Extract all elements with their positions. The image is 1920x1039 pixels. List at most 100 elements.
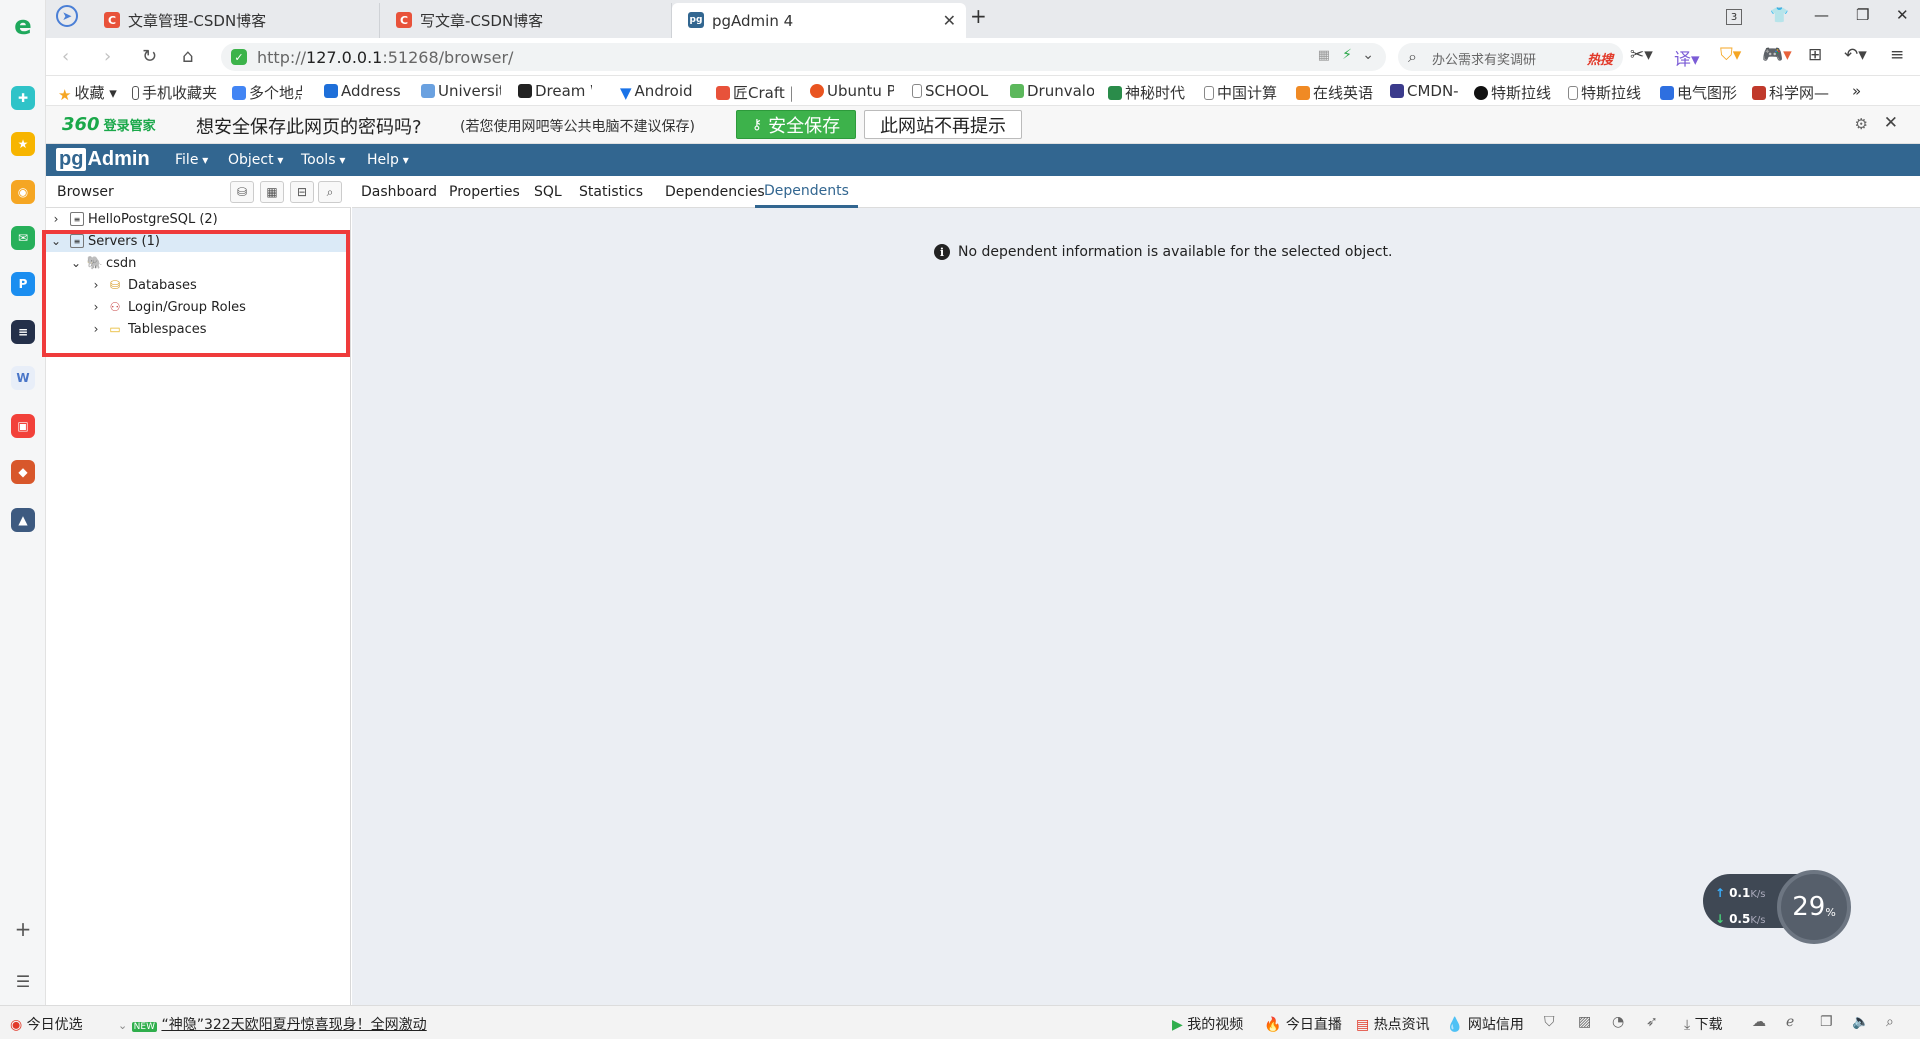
menu-object[interactable]: Object — [228, 152, 283, 168]
tab-properties[interactable]: Properties — [440, 176, 529, 208]
bookmark-item[interactable]: 匠Craft | — [716, 82, 792, 103]
cloud-icon[interactable]: ☁ — [1752, 1014, 1766, 1030]
bookmark-favorites[interactable]: ★ 收藏 ▾ — [58, 82, 117, 103]
game-news-icon[interactable]: ≡ — [11, 320, 35, 344]
chevron-right-icon[interactable]: › — [90, 300, 102, 314]
never-prompt-button[interactable]: 此网站不再提示 — [864, 110, 1022, 139]
bookmark-item[interactable]: 在线英语 — [1296, 82, 1376, 103]
bookmark-item[interactable]: 特斯拉线 — [1568, 82, 1646, 103]
image-icon[interactable]: ▨ — [1578, 1014, 1591, 1030]
downloads[interactable]: ⤓ 下载 — [1684, 1014, 1723, 1034]
tab-dashboard[interactable]: Dashboard — [352, 176, 446, 208]
scissors-icon[interactable]: ✂▾ — [1630, 45, 1653, 65]
gamepad-icon[interactable]: 🎮▾ — [1762, 45, 1792, 65]
chevron-right-icon[interactable]: › — [90, 278, 102, 292]
tab-article-management[interactable]: C 文章管理-CSDN博客 — [88, 3, 380, 38]
restore-icon[interactable]: ❐ — [1856, 6, 1869, 24]
mail-icon[interactable]: ✉ — [11, 226, 35, 250]
bookmark-item[interactable]: 特斯拉线 — [1474, 82, 1556, 103]
chevron-down-icon[interactable]: ⌄ — [50, 234, 62, 248]
new-tab-icon[interactable]: + — [970, 4, 987, 28]
home-icon[interactable]: ⌂ — [182, 46, 193, 67]
news-ticker[interactable]: ⌄ NEW “神隐”322天欧阳夏丹惊喜现身！全网激动 — [118, 1014, 427, 1034]
minimize-icon[interactable]: — — [1814, 6, 1829, 24]
tab-pgadmin[interactable]: pg pgAdmin 4 ✕ — [672, 3, 966, 38]
weibo-icon[interactable]: ◉ — [11, 180, 35, 204]
bookmark-item[interactable]: Address — [324, 82, 404, 100]
tab-count-badge[interactable]: 3 — [1726, 9, 1742, 25]
shield-status-icon[interactable]: ⛉ — [1544, 1014, 1555, 1030]
bookmark-item[interactable]: 电气图形 — [1660, 82, 1738, 103]
rocket-icon[interactable]: ➶ — [1646, 1014, 1658, 1030]
dropdown-chevron-icon[interactable]: ⌄ — [1362, 47, 1374, 63]
bookmark-item[interactable]: Dream W — [518, 82, 592, 100]
speed-icon[interactable]: ◔ — [1612, 1014, 1624, 1030]
address-bar[interactable]: ✓ http://127.0.0.1:51268/browser/ ▦ ⚡ ⌄ — [221, 43, 1386, 71]
memory-usage-gauge[interactable]: 29% — [1777, 870, 1851, 944]
window-icon[interactable]: ❐ — [1820, 1014, 1833, 1030]
game-icon[interactable]: ◆ — [11, 460, 35, 484]
today-live[interactable]: 🔥 今日直播 — [1264, 1014, 1342, 1034]
hot-news[interactable]: ▤ 热点资讯 — [1356, 1014, 1430, 1034]
shield-extension-icon[interactable]: ⛉▾ — [1720, 45, 1741, 65]
gear-icon[interactable]: ⚙ — [1855, 115, 1868, 133]
pgadmin-logo[interactable]: pg Admin — [56, 148, 150, 171]
close-tab-icon[interactable]: ✕ — [943, 11, 956, 30]
menu-help[interactable]: Help — [367, 152, 409, 168]
tree-node-login-group-roles[interactable]: › ⚇ Login/Group Roles — [46, 296, 346, 318]
translate-icon[interactable]: 译▾ — [1674, 45, 1700, 70]
browser-menu-icon[interactable]: ➤ — [56, 5, 78, 27]
bookmark-item[interactable]: SCHOOL — [912, 82, 1000, 100]
my-videos[interactable]: ▶ 我的视频 — [1172, 1014, 1243, 1034]
ie-icon[interactable]: ℯ — [1786, 1014, 1794, 1030]
bookmark-item[interactable]: Drunvalo — [1010, 82, 1094, 100]
bookmark-item[interactable]: 科学网— — [1752, 82, 1834, 103]
tree-node-servers[interactable]: ⌄ ≡ Servers (1) — [46, 230, 346, 252]
bookmark-item[interactable]: 多个地点 — [232, 82, 302, 103]
bookmark-item[interactable]: 中国计算 — [1204, 82, 1284, 103]
zoom-icon[interactable]: ⌕ — [1886, 1014, 1894, 1030]
shop-icon[interactable]: ▣ — [11, 414, 35, 438]
skin-icon[interactable]: 👕 — [1770, 6, 1789, 24]
tab-dependents[interactable]: Dependents — [755, 176, 858, 208]
p-app-icon[interactable]: P — [11, 272, 35, 296]
network-speed-widget[interactable]: ↑ 0.1K/s ↓ 0.5K/s 29% — [1703, 870, 1851, 944]
bookmark-item[interactable]: Ubuntu P — [810, 82, 894, 100]
search-placeholder[interactable]: 办公需求有奖调研 — [1432, 49, 1536, 68]
speed-mode-icon[interactable]: ⚡ — [1342, 47, 1352, 63]
tree-node-tablespaces[interactable]: › ▭ Tablespaces — [46, 318, 346, 340]
menu-tools[interactable]: Tools — [301, 152, 345, 168]
bookmark-item[interactable]: ▼ Android — [620, 82, 698, 100]
main-menu-icon[interactable]: ≡ — [1890, 45, 1904, 65]
chevron-right-icon[interactable]: › — [90, 322, 102, 336]
view-data-icon[interactable]: ▦ — [260, 181, 284, 203]
tab-sql[interactable]: SQL — [525, 176, 571, 208]
address-url[interactable]: http://127.0.0.1:51268/browser/ — [257, 48, 513, 67]
close-icon[interactable]: ✕ — [1884, 113, 1898, 133]
tree-node-csdn[interactable]: ⌄ 🐘 csdn — [46, 252, 346, 274]
chevron-down-icon[interactable]: ⌄ — [70, 256, 82, 270]
add-app-icon[interactable]: + — [11, 917, 35, 941]
star-favorites-icon[interactable]: ★ — [11, 132, 35, 156]
site-credit[interactable]: 💧 网站信用 — [1446, 1014, 1524, 1034]
forward-icon[interactable]: › — [104, 46, 111, 67]
bookmark-item[interactable]: CMDN- — [1390, 82, 1460, 100]
sound-icon[interactable]: 🔈 — [1852, 1014, 1869, 1030]
undo-icon[interactable]: ↶▾ — [1844, 45, 1867, 65]
game2-icon[interactable]: ▲ — [11, 508, 35, 532]
today-picks[interactable]: ◉ 今日优选 — [10, 1014, 83, 1034]
qr-code-icon[interactable]: ▦ — [1318, 48, 1330, 63]
safe-save-button[interactable]: ⚷ 安全保存 — [736, 110, 856, 139]
filter-rows-icon[interactable]: ⊟ — [290, 181, 314, 203]
plus-app-icon[interactable]: ✚ — [11, 86, 35, 110]
bookmark-item[interactable]: Universit — [421, 82, 501, 100]
tree-node-hellopostgresql[interactable]: › ≡ HelloPostgreSQL (2) — [46, 208, 346, 230]
hot-search-badge[interactable]: 热搜 — [1587, 49, 1613, 68]
menu-file[interactable]: File — [175, 152, 208, 168]
bookmark-item[interactable]: 神秘时代 — [1108, 82, 1186, 103]
search-box[interactable]: ⌕ 办公需求有奖调研 热搜 — [1398, 43, 1623, 71]
tab-write-article[interactable]: C 写文章-CSDN博客 — [380, 3, 672, 38]
query-tool-icon[interactable]: ⛁ — [230, 181, 254, 203]
tab-statistics[interactable]: Statistics — [570, 176, 652, 208]
bookmark-item[interactable]: 手机收藏夹 — [132, 82, 224, 103]
